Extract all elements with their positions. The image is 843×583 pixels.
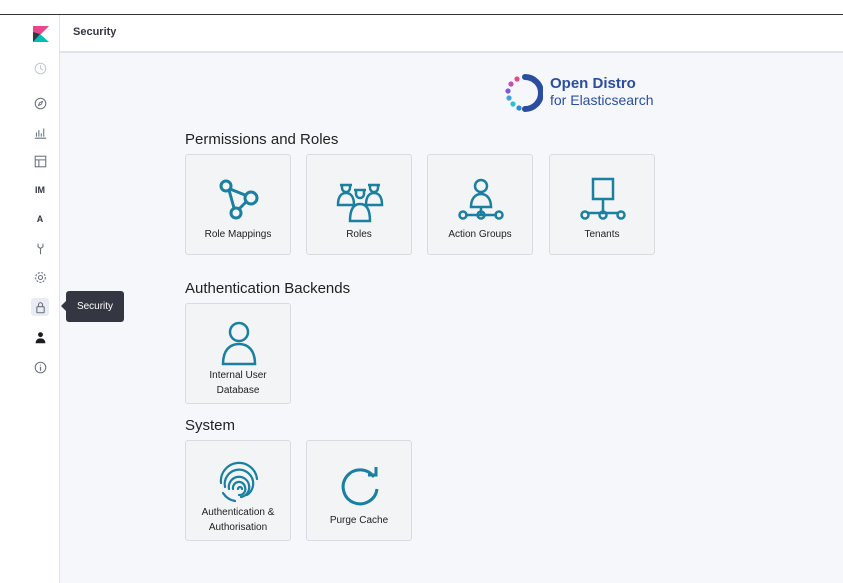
tenants-card[interactable]: Tenants: [549, 154, 655, 255]
sidebar-nav: IM A: [0, 15, 60, 583]
purge-cache-card[interactable]: Purge Cache: [306, 440, 412, 541]
sidebar-item-a[interactable]: A: [31, 210, 49, 228]
dev-tools-wrench-icon[interactable]: [31, 239, 49, 257]
brand-line1: Open Distro: [550, 75, 636, 92]
action-groups-card[interactable]: Action Groups: [427, 154, 533, 255]
card-label: Tenants: [584, 229, 620, 240]
card-label: Role Mappings: [204, 229, 272, 240]
management-gear-icon[interactable]: [31, 268, 49, 286]
authentication-authorisation-card[interactable]: Authentication & Authorisation: [185, 440, 291, 541]
section-title-auth-backends: Authentication Backends: [185, 280, 351, 297]
user-icon[interactable]: [31, 328, 49, 346]
user-outline-icon: [221, 321, 257, 366]
card-label: Purge Cache: [329, 515, 389, 526]
role-mappings-card[interactable]: Role Mappings: [185, 154, 291, 255]
section-title-permissions: Permissions and Roles: [185, 131, 339, 148]
main-content: Open Distro for Elasticsearch Permission…: [60, 53, 843, 583]
security-lock-icon[interactable]: [31, 298, 49, 316]
refresh-icon: [341, 467, 379, 506]
card-label-line2: Database: [216, 385, 260, 396]
kibana-logo-icon[interactable]: [33, 26, 49, 42]
card-label-line2: Authorisation: [208, 522, 268, 533]
internal-user-database-card[interactable]: Internal User Database: [185, 303, 291, 404]
card-label-line1: Internal User: [209, 370, 267, 381]
security-tooltip: Security: [61, 291, 124, 322]
roles-group-icon: [336, 183, 384, 223]
discover-compass-icon[interactable]: [31, 94, 49, 112]
roles-card[interactable]: Roles: [306, 154, 412, 255]
card-label: Action Groups: [448, 229, 512, 240]
page-title: Security: [73, 26, 117, 38]
open-distro-mark-icon: [505, 74, 543, 112]
recent-icon[interactable]: [31, 59, 49, 77]
brand-line2: for Elasticsearch: [550, 92, 654, 108]
sidebar-item-im[interactable]: IM: [31, 181, 49, 199]
page-header: Security: [60, 15, 843, 53]
action-groups-icon: [458, 178, 504, 220]
card-label-line1: Authentication &: [201, 507, 275, 518]
visualize-chart-icon[interactable]: [31, 123, 49, 141]
tenants-icon: [580, 177, 626, 220]
open-distro-logo: Open Distro for Elasticsearch: [503, 73, 678, 113]
section-title-system: System: [185, 417, 236, 434]
fingerprint-icon: [219, 461, 259, 503]
info-icon[interactable]: [31, 358, 49, 376]
role-mappings-icon: [219, 179, 259, 220]
dashboard-icon[interactable]: [31, 152, 49, 170]
card-label: Roles: [346, 229, 372, 240]
